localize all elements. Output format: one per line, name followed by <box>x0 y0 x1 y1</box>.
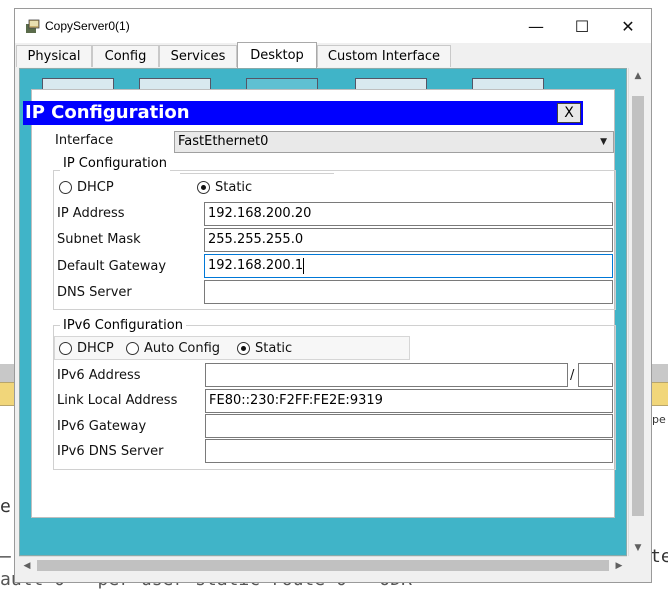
ip-address-field[interactable]: 192.168.200.20 <box>204 202 613 226</box>
ipv4-group-title: IP Configuration <box>60 156 170 171</box>
tab-services[interactable]: Services <box>159 45 237 67</box>
ip-config-header: IP Configuration X <box>23 101 583 125</box>
tab-desktop[interactable]: Desktop <box>237 42 317 68</box>
ipv6-static-radio[interactable] <box>237 342 250 355</box>
default-gateway-label: Default Gateway <box>57 259 167 274</box>
ipv6-auto-config-radio[interactable] <box>126 342 139 355</box>
background-terminal-line: te <box>650 546 668 567</box>
interface-label: Interface <box>55 133 114 148</box>
ipv6-address-field[interactable] <box>205 363 568 387</box>
background-strip <box>652 382 668 406</box>
title-bar[interactable]: CopyServer0(1) — ☐ ✕ <box>15 9 651 43</box>
scroll-up-icon[interactable]: ▲ <box>629 68 647 84</box>
ipv6-auto-config-label: Auto Config <box>144 341 221 356</box>
ipv6-prefix-field[interactable] <box>578 363 613 387</box>
subnet-mask-field[interactable]: 255.255.255.0 <box>204 228 613 252</box>
vertical-scrollbar[interactable]: ▲ ▼ <box>628 68 646 556</box>
horizontal-scrollbar[interactable]: ◀ ▶ <box>19 556 627 574</box>
ip-config-title: IP Configuration <box>25 102 190 123</box>
ip-config-close-button[interactable]: X <box>557 103 581 123</box>
dns-server-label: DNS Server <box>57 285 132 300</box>
link-local-field[interactable]: FE80::230:F2FF:FE2E:9319 <box>205 389 613 413</box>
scroll-left-icon[interactable]: ◀ <box>19 557 35 575</box>
tab-config[interactable]: Config <box>92 45 159 67</box>
app-icon <box>26 19 40 33</box>
ipv6-gateway-label: IPv6 Gateway <box>57 419 147 434</box>
background-text: pe <box>652 413 666 426</box>
default-gateway-field[interactable]: 192.168.200.1 <box>204 254 613 278</box>
text-cursor <box>303 258 304 274</box>
scroll-thumb[interactable] <box>37 560 609 571</box>
window-title: CopyServer0(1) <box>45 19 130 33</box>
ipv6-gateway-field[interactable] <box>205 414 613 438</box>
divider <box>180 173 334 174</box>
ipv4-dhcp-radio[interactable] <box>59 181 72 194</box>
background-strip <box>652 364 668 382</box>
ipv6-static-label: Static <box>255 341 293 356</box>
tab-custom-interface[interactable]: Custom Interface <box>317 45 451 67</box>
ipv6-dns-label: IPv6 DNS Server <box>57 444 164 459</box>
interface-select[interactable]: FastEthernet0 ▼ <box>174 131 614 153</box>
background-terminal-line: e <box>0 496 11 517</box>
link-local-label: Link Local Address <box>57 393 178 408</box>
close-button[interactable]: ✕ <box>605 9 651 43</box>
ipv6-group-title: IPv6 Configuration <box>60 318 186 333</box>
ipv6-dhcp-radio[interactable] <box>59 342 72 355</box>
tab-bar: Physical Config Services Desktop Custom … <box>15 42 651 68</box>
ipv6-dns-field[interactable] <box>205 439 613 463</box>
minimize-button[interactable]: — <box>513 9 559 43</box>
background-strip <box>0 382 14 406</box>
maximize-button[interactable]: ☐ <box>559 9 605 43</box>
ipv4-static-label: Static <box>215 180 253 195</box>
ipv4-static-radio[interactable] <box>197 181 210 194</box>
prefix-separator: / <box>570 368 575 383</box>
interface-value: FastEthernet0 <box>178 134 269 149</box>
background-strip <box>0 364 14 382</box>
scroll-thumb[interactable] <box>632 96 644 516</box>
scroll-right-icon[interactable]: ▶ <box>611 557 627 575</box>
subnet-mask-label: Subnet Mask <box>57 232 141 247</box>
ip-address-label: IP Address <box>57 206 125 221</box>
chevron-down-icon: ▼ <box>600 137 607 147</box>
ipv6-address-label: IPv6 Address <box>57 368 141 383</box>
tab-physical[interactable]: Physical <box>16 45 92 67</box>
background-terminal-line: — <box>0 546 11 567</box>
ipv6-dhcp-label: DHCP <box>77 341 114 356</box>
scroll-down-icon[interactable]: ▼ <box>629 540 647 556</box>
dns-server-field[interactable] <box>204 280 613 304</box>
ipv4-dhcp-label: DHCP <box>77 180 114 195</box>
